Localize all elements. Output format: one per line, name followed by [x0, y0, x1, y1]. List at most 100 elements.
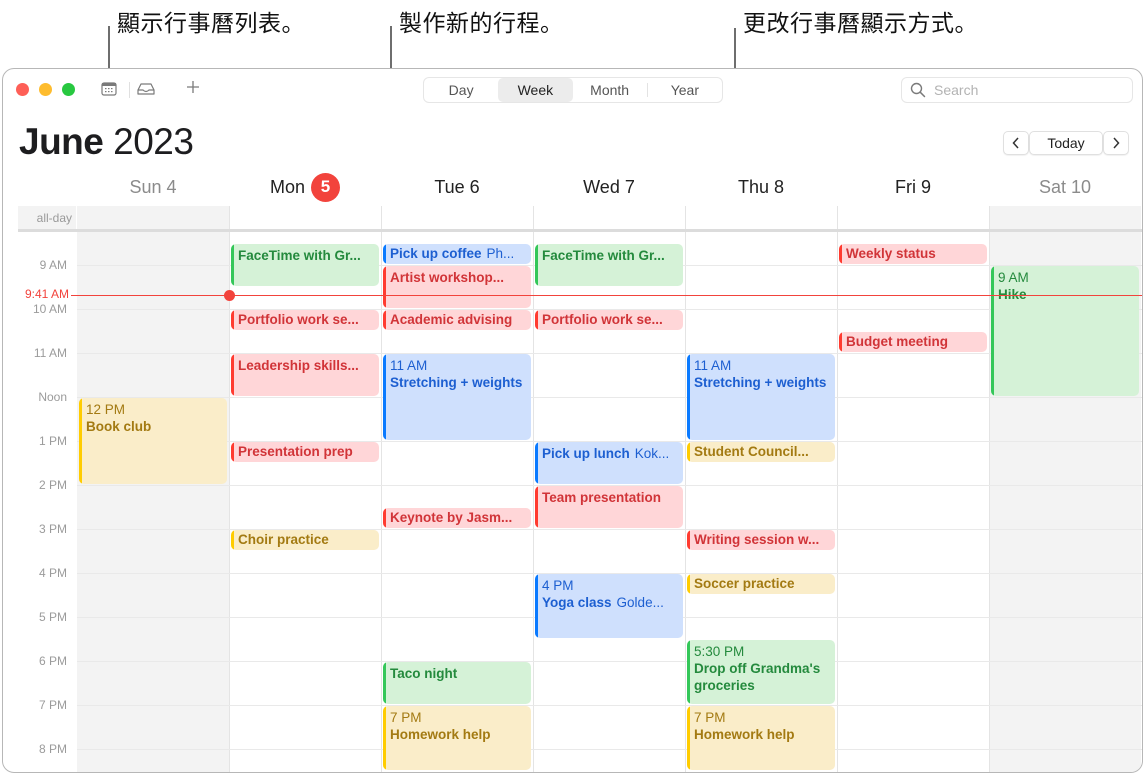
inbox-button[interactable] — [137, 82, 155, 96]
event-title: Portfolio work se... — [542, 312, 663, 327]
search-input[interactable]: Search — [901, 77, 1133, 103]
event-title: Pick up lunch — [542, 446, 630, 461]
event-title: Artist workshop... — [390, 270, 505, 285]
calendar-event[interactable]: Academic advising — [383, 310, 531, 330]
event-time: 11 AM — [390, 358, 428, 373]
event-label: Keynote by Jasm... — [390, 509, 526, 526]
calendar-event[interactable]: 12 PM Book club — [79, 398, 227, 484]
calendar-event[interactable]: Choir practice — [231, 530, 379, 550]
calendar-event[interactable]: Pick up coffee Ph... — [383, 244, 531, 264]
callout-change-view: 更改行事曆顯示方式。 — [743, 11, 978, 37]
calendar-list-icon — [101, 82, 117, 96]
calendar-event[interactable]: FaceTime with Gr... — [535, 244, 683, 286]
day-header-2[interactable]: Tue 6 — [381, 175, 533, 199]
week-grid: 9 AM 10 AM 11 AM Noon 1 PM 2 PM 3 PM 4 PM 5 PM 6 … — [3, 232, 1142, 772]
event-label: Budget meeting — [846, 333, 982, 350]
zoom-button[interactable] — [62, 83, 75, 96]
new-event-button[interactable] — [186, 80, 200, 94]
view-month-tab[interactable]: Month — [573, 78, 647, 102]
hour-label: 9 AM — [39, 258, 67, 272]
day-header-1[interactable]: Mon 5 — [229, 172, 381, 202]
calendar-event[interactable]: 7 PM Homework help — [383, 706, 531, 770]
event-label: Student Council... — [694, 443, 830, 460]
event-label: Writing session w... — [694, 531, 830, 548]
today-button[interactable]: Today — [1029, 131, 1103, 155]
allday-cell[interactable] — [381, 206, 533, 229]
event-label: Leadership skills... — [238, 357, 374, 374]
calendar-event[interactable]: Soccer practice — [687, 574, 835, 594]
day-column[interactable] — [837, 232, 989, 772]
calendar-event[interactable]: Keynote by Jasm... — [383, 508, 531, 528]
callout-new-event: 製作新的行程。 — [399, 11, 564, 37]
allday-cell[interactable] — [229, 206, 381, 229]
event-location: Golde... — [616, 595, 664, 610]
allday-cell[interactable] — [77, 206, 229, 229]
event-title: Stretching + weights — [694, 375, 827, 390]
close-button[interactable] — [16, 83, 29, 96]
calendar-event[interactable]: FaceTime with Gr... — [231, 244, 379, 286]
event-title: Budget meeting — [846, 334, 949, 349]
hour-label: 1 PM — [38, 434, 67, 448]
calendar-event[interactable]: Presentation prep — [231, 442, 379, 462]
day-header-5[interactable]: Fri 9 — [837, 175, 989, 199]
calendar-event[interactable]: Portfolio work se... — [231, 310, 379, 330]
calendar-list-button[interactable] — [101, 82, 117, 96]
calendar-event[interactable]: Team presentation — [535, 486, 683, 528]
event-label: Portfolio work se... — [542, 311, 678, 328]
view-day-tab[interactable]: Day — [424, 78, 498, 102]
calendar-event[interactable]: 7 PM Homework help — [687, 706, 835, 770]
next-week-button[interactable] — [1103, 131, 1129, 155]
calendar-event[interactable]: Portfolio work se... — [535, 310, 683, 330]
chevron-right-icon — [1113, 137, 1120, 149]
calendar-event[interactable]: 11 AM Stretching + weights — [383, 354, 531, 440]
current-time-dot — [224, 290, 235, 302]
day-header-4[interactable]: Thu 8 — [685, 175, 837, 199]
allday-cell[interactable] — [533, 206, 685, 229]
event-title: Student Council... — [694, 444, 809, 459]
view-segmented-control: Day Week Month Year — [423, 77, 723, 103]
calendar-event[interactable]: 11 AM Stretching + weights — [687, 354, 835, 440]
allday-cell[interactable] — [685, 206, 837, 229]
calendar-event[interactable]: Artist workshop... — [383, 266, 531, 308]
view-year-tab[interactable]: Year — [648, 78, 722, 102]
today-badge: 5 — [311, 172, 340, 202]
event-label: Pick up coffee Ph... — [390, 245, 526, 262]
calendar-event[interactable]: Budget meeting — [839, 332, 987, 352]
view-week-tab[interactable]: Week — [498, 78, 573, 102]
event-label: Academic advising — [390, 311, 526, 328]
event-title: Team presentation — [542, 490, 662, 505]
hour-label: 5 PM — [38, 610, 67, 624]
event-title: Portfolio work se... — [238, 312, 359, 327]
calendar-event[interactable]: 4 PM Yoga class Golde... — [535, 574, 683, 638]
hour-label: 3 PM — [38, 522, 67, 536]
calendar-event[interactable]: Pick up lunch Kok... — [535, 442, 683, 484]
event-time: 12 PM — [86, 402, 126, 417]
calendar-event[interactable]: Leadership skills... — [231, 354, 379, 396]
day-column[interactable] — [77, 232, 229, 772]
year: 2023 — [113, 121, 194, 162]
day-header-3[interactable]: Wed 7 — [533, 175, 685, 199]
hour-label: 11 AM — [33, 346, 67, 360]
hour-label: Noon — [38, 390, 67, 404]
previous-week-button[interactable] — [1003, 131, 1029, 155]
calendar-event[interactable]: Taco night — [383, 662, 531, 704]
day-header-0[interactable]: Sun 4 — [77, 175, 229, 199]
event-title: FaceTime with Gr... — [542, 248, 665, 263]
calendar-event[interactable]: 9 AM Hike — [991, 266, 1139, 396]
calendar-event[interactable]: Writing session w... — [687, 530, 835, 550]
hour-label: 4 PM — [38, 566, 67, 580]
allday-cell[interactable] — [989, 206, 1141, 229]
event-title: Keynote by Jasm... — [390, 510, 513, 525]
minimize-button[interactable] — [39, 83, 52, 96]
event-title: Presentation prep — [238, 444, 353, 459]
callout-calendar-list: 顯示行事曆列表。 — [117, 11, 305, 37]
event-label: Team presentation — [542, 489, 678, 506]
calendar-event[interactable]: Weekly status — [839, 244, 987, 264]
calendar-event[interactable]: Student Council... — [687, 442, 835, 462]
calendar-event[interactable]: 5:30 PM Drop off Grandma's groceries — [687, 640, 835, 704]
column-divider — [685, 232, 686, 772]
event-label: Weekly status — [846, 245, 982, 262]
event-label: Choir practice — [238, 531, 374, 548]
day-header-6[interactable]: Sat 10 — [989, 175, 1141, 199]
allday-cell[interactable] — [837, 206, 989, 229]
